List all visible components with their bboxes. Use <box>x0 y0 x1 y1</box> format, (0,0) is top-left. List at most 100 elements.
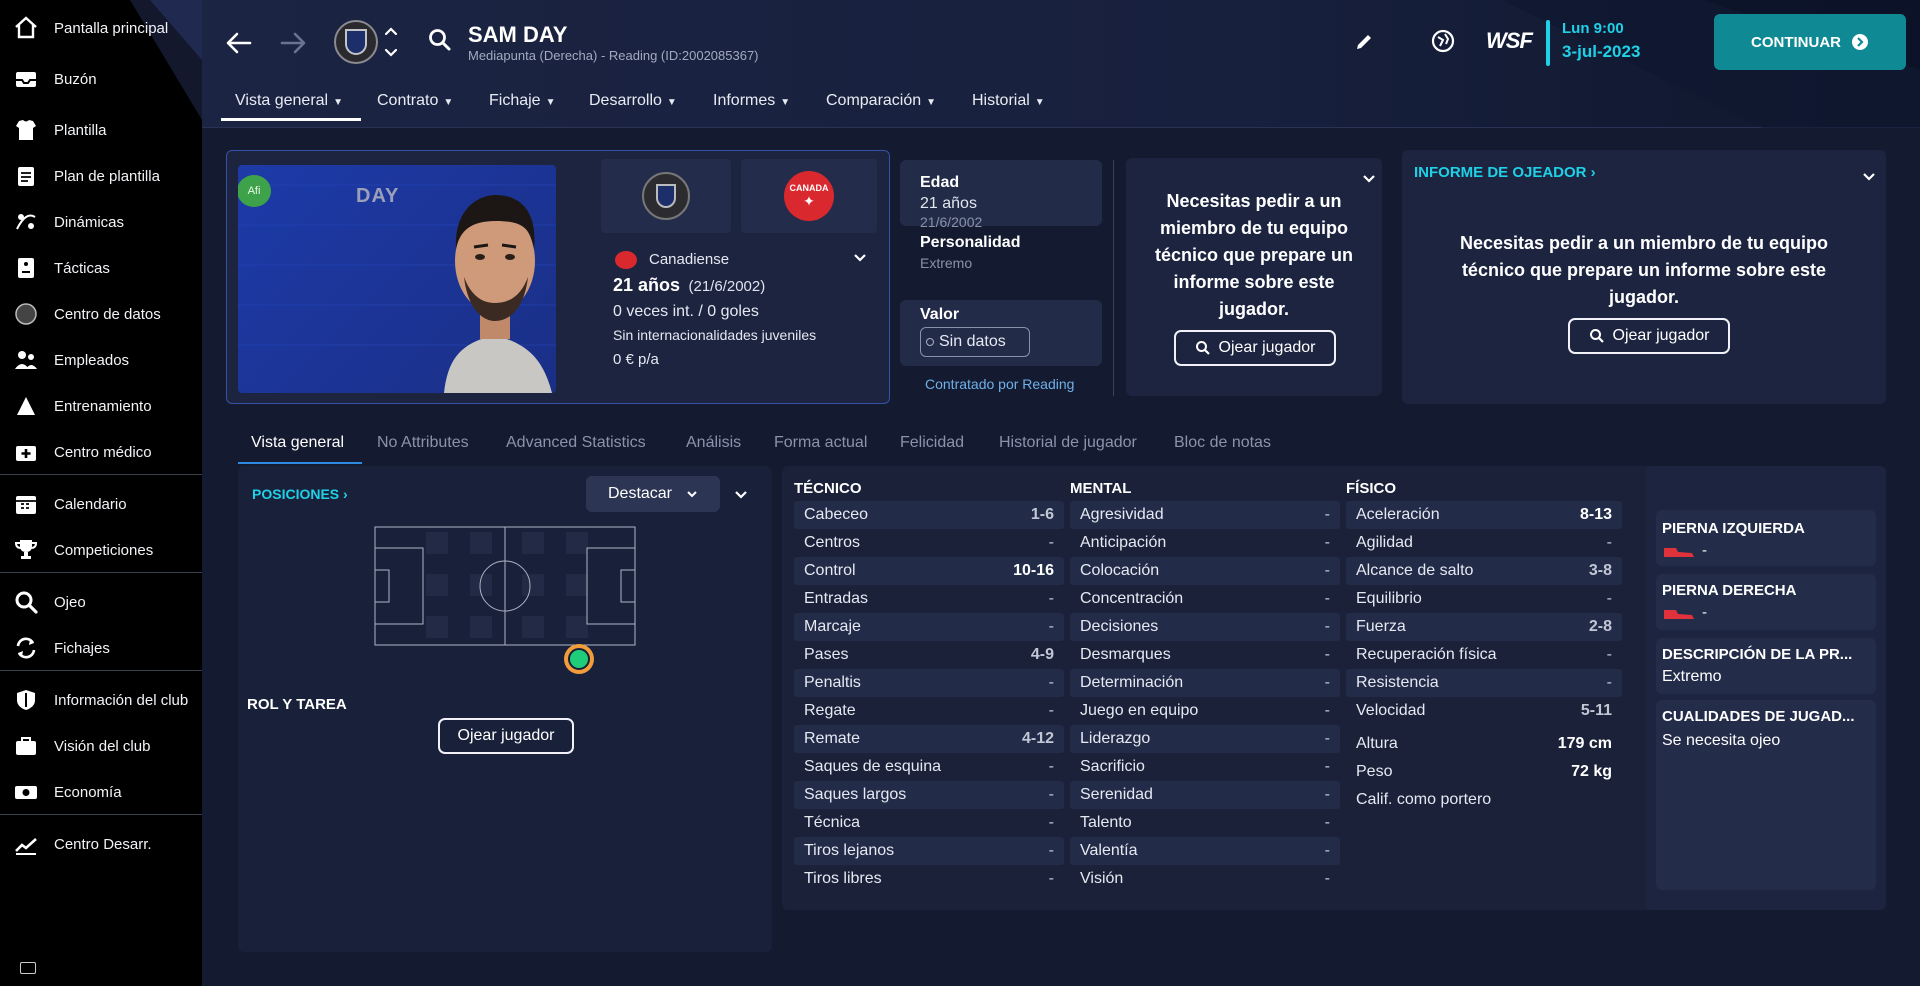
sidebar-item-competiciones[interactable]: Competiciones <box>0 530 202 570</box>
chevron-down-icon[interactable] <box>1362 172 1376 186</box>
sidebar-item-ojeo[interactable]: Ojeo <box>0 582 202 622</box>
attribute-row[interactable]: Alcance de salto 3-8 <box>1346 557 1622 585</box>
attribute-row[interactable]: Altura 179 cm <box>1346 730 1622 758</box>
tab-fichaje[interactable]: Fichaje ▼ <box>489 92 555 110</box>
scout-report-title[interactable]: INFORME DE OJEADOR › <box>1414 164 1596 181</box>
attribute-row[interactable]: Desmarques - <box>1070 641 1340 669</box>
search-icon[interactable] <box>428 28 452 52</box>
subtab-vista-general[interactable]: Vista general <box>251 434 344 452</box>
sidebar-item-empleados[interactable]: Empleados <box>0 340 202 380</box>
attribute-row[interactable]: Determinación - <box>1070 669 1340 697</box>
natural-position-marker[interactable] <box>564 644 594 674</box>
back-arrow-icon[interactable] <box>224 28 254 58</box>
positions-title[interactable]: POSICIONES › <box>252 486 348 502</box>
attribute-row[interactable]: Recuperación física - <box>1346 641 1622 669</box>
sidebar-item-dinámicas[interactable]: Dinámicas <box>0 202 202 242</box>
sidebar-item-centro-de-datos[interactable]: Centro de datos <box>0 294 202 334</box>
attribute-row[interactable]: Pases 4-9 <box>794 641 1064 669</box>
sidebar-item-economía[interactable]: Economía <box>0 772 202 812</box>
attribute-row[interactable]: Decisiones - <box>1070 613 1340 641</box>
chevron-down-icon[interactable] <box>1862 170 1876 184</box>
forward-arrow-icon[interactable] <box>278 28 308 58</box>
nation-logo-tile[interactable]: CANADA ✦ <box>741 159 877 233</box>
attribute-row[interactable]: Velocidad 5-11 <box>1346 697 1622 725</box>
attribute-row[interactable]: Saques largos - <box>794 781 1064 809</box>
sidebar-item-plan-de-plantilla[interactable]: Plan de plantilla <box>0 156 202 196</box>
attribute-row[interactable]: Peso 72 kg <box>1346 758 1622 786</box>
attribute-row[interactable]: Resistencia - <box>1346 669 1622 697</box>
attribute-row[interactable]: Agilidad - <box>1346 529 1622 557</box>
collapse-sidebar-icon[interactable] <box>20 962 36 974</box>
attribute-row[interactable]: Agresividad - <box>1070 501 1340 529</box>
edit-icon[interactable] <box>1354 32 1374 52</box>
subtab-forma-actual[interactable]: Forma actual <box>774 434 867 452</box>
attribute-row[interactable]: Equilibrio - <box>1346 585 1622 613</box>
attribute-row[interactable]: Serenidad - <box>1070 781 1340 809</box>
highlight-dropdown[interactable]: Destacar <box>586 476 720 512</box>
player-switch-icon[interactable] <box>384 24 398 60</box>
sidebar-item-buzón[interactable]: Buzón <box>0 59 202 99</box>
world-icon[interactable] <box>1430 28 1456 54</box>
attribute-row[interactable]: Tiros lejanos - <box>794 837 1064 865</box>
attribute-row[interactable]: Anticipación - <box>1070 529 1340 557</box>
scout-player-button-2[interactable]: Ojear jugador <box>1568 318 1730 354</box>
sidebar-item-centro-desarr-[interactable]: Centro Desarr. <box>0 824 202 864</box>
tab-vista-general[interactable]: Vista general ▼ <box>235 92 343 110</box>
sidebar-item-centro-médico[interactable]: Centro médico <box>0 432 202 472</box>
attribute-row[interactable]: Entradas - <box>794 585 1064 613</box>
attribute-row[interactable]: Valentía - <box>1070 837 1340 865</box>
tab-informes[interactable]: Informes ▼ <box>713 92 790 110</box>
chevron-down-icon[interactable] <box>734 488 748 502</box>
active-subtab-underline <box>238 462 362 464</box>
subtab-historial-de-jugador[interactable]: Historial de jugador <box>999 434 1137 452</box>
sidebar-item-entrenamiento[interactable]: Entrenamiento <box>0 386 202 426</box>
attribute-row[interactable]: Técnica - <box>794 809 1064 837</box>
tab-contrato[interactable]: Contrato ▼ <box>377 92 453 110</box>
attribute-row[interactable]: Juego en equipo - <box>1070 697 1340 725</box>
subtab-no-attributes[interactable]: No Attributes <box>377 434 469 452</box>
tab-desarrollo[interactable]: Desarrollo ▼ <box>589 92 677 110</box>
contracted-by-link[interactable]: Contratado por Reading <box>925 376 1074 392</box>
attribute-value: - <box>1048 814 1054 831</box>
attribute-row[interactable]: Cabeceo 1-6 <box>794 501 1064 529</box>
chevron-down-icon[interactable] <box>853 251 867 265</box>
sidebar-item-visión-del-club[interactable]: Visión del club <box>0 726 202 766</box>
tab-comparación[interactable]: Comparación ▼ <box>826 92 936 110</box>
sidebar-item-tácticas[interactable]: Tácticas <box>0 248 202 288</box>
sidebar-item-label: Centro de datos <box>54 305 161 323</box>
sidebar-item-pantalla-principal[interactable]: Pantalla principal <box>0 8 202 48</box>
attribute-row[interactable]: Marcaje - <box>794 613 1064 641</box>
attribute-row[interactable]: Talento - <box>1070 809 1340 837</box>
tab-historial[interactable]: Historial ▼ <box>972 92 1045 110</box>
sidebar-item-información-del-club[interactable]: Información del club <box>0 680 202 720</box>
attribute-row[interactable]: Tiros libres - <box>794 865 1064 893</box>
value-pill[interactable]: Sin datos <box>920 327 1030 357</box>
scout-player-button[interactable]: Ojear jugador <box>1174 330 1336 366</box>
attribute-row[interactable]: Visión - <box>1070 865 1340 893</box>
subtab-felicidad[interactable]: Felicidad <box>900 434 964 452</box>
scout-player-button-3[interactable]: Ojear jugador <box>438 718 574 754</box>
club-logo-tile[interactable] <box>601 159 731 233</box>
attribute-row[interactable]: Saques de esquina - <box>794 753 1064 781</box>
sidebar-item-fichajes[interactable]: Fichajes <box>0 628 202 668</box>
attribute-row[interactable]: Aceleración 8-13 <box>1346 501 1622 529</box>
attribute-row[interactable]: Control 10-16 <box>794 557 1064 585</box>
attribute-row[interactable]: Fuerza 2-8 <box>1346 613 1622 641</box>
club-badge[interactable] <box>334 20 378 64</box>
attribute-row[interactable]: Regate - <box>794 697 1064 725</box>
sidebar-item-calendario[interactable]: Calendario <box>0 484 202 524</box>
attribute-row[interactable]: Liderazgo - <box>1070 725 1340 753</box>
attribute-row[interactable]: Calif. como portero <box>1346 786 1622 814</box>
attribute-row[interactable]: Centros - <box>794 529 1064 557</box>
subtab-bloc-de-notas[interactable]: Bloc de notas <box>1174 434 1271 452</box>
attribute-row[interactable]: Concentración - <box>1070 585 1340 613</box>
attribute-row[interactable]: Remate 4-12 <box>794 725 1064 753</box>
wsf-logo[interactable]: WSF <box>1486 28 1533 54</box>
subtab-análisis[interactable]: Análisis <box>686 434 741 452</box>
attribute-row[interactable]: Colocación - <box>1070 557 1340 585</box>
subtab-advanced-statistics[interactable]: Advanced Statistics <box>506 434 646 452</box>
sidebar-item-plantilla[interactable]: Plantilla <box>0 110 202 150</box>
attribute-row[interactable]: Sacrificio - <box>1070 753 1340 781</box>
attribute-row[interactable]: Penaltis - <box>794 669 1064 697</box>
continue-button[interactable]: CONTINUAR <box>1714 14 1906 70</box>
